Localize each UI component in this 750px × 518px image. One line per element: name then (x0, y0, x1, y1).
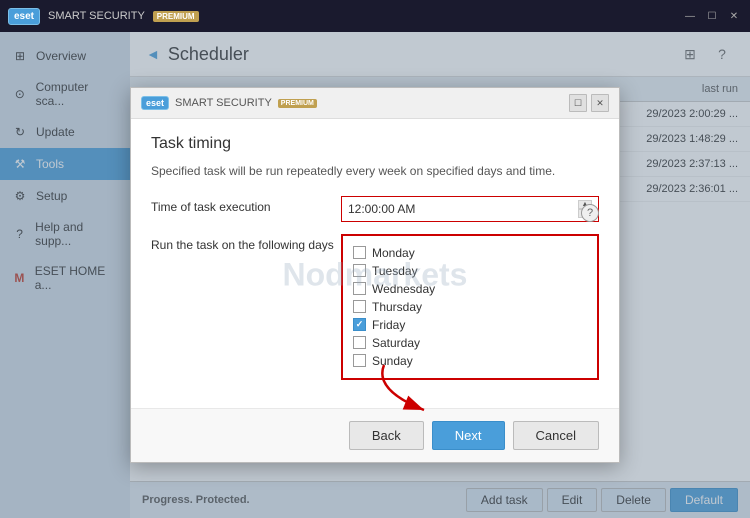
modal-title-bar: eset SMART SECURITY PREMIUM ☐ ✕ (131, 88, 619, 119)
title-bar-left: eset SMART SECURITY PREMIUM (8, 8, 199, 25)
modal-maximize-button[interactable]: ☐ (569, 94, 587, 112)
app-window: eset SMART SECURITY PREMIUM — ☐ ✕ ⊞ Over… (0, 0, 750, 518)
maximize-button[interactable]: ☐ (704, 8, 720, 24)
day-row-friday: Friday (353, 316, 587, 334)
time-label: Time of task execution (151, 196, 341, 214)
time-form-row: Time of task execution ▲ ▼ (151, 196, 599, 222)
day-row-monday: Monday (353, 244, 587, 262)
day-row-sunday: Sunday (353, 352, 587, 370)
sunday-label: Sunday (372, 354, 413, 368)
window-controls: — ☐ ✕ (682, 8, 742, 24)
modal-heading: Task timing (151, 135, 599, 153)
next-button[interactable]: Next (432, 421, 505, 450)
day-row-wednesday: Wednesday (353, 280, 587, 298)
modal-description: Specified task will be run repeatedly ev… (151, 163, 599, 180)
eset-logo: eset (8, 8, 40, 25)
modal-eset-logo: eset (141, 96, 169, 110)
days-form-row: Run the task on the following days Monda… (151, 234, 599, 380)
modal-overlay: Nodmarkets eset SMART SECURITY PREMIUM ☐… (0, 32, 750, 518)
minimize-button[interactable]: — (682, 8, 698, 24)
saturday-checkbox[interactable] (353, 336, 366, 349)
context-help-button[interactable]: ? (581, 204, 599, 222)
days-container: Monday Tuesday Wednesday (341, 234, 599, 380)
task-timing-dialog: eset SMART SECURITY PREMIUM ☐ ✕ Task tim… (130, 87, 620, 463)
monday-checkbox[interactable] (353, 246, 366, 259)
premium-badge: PREMIUM (153, 11, 199, 22)
day-row-saturday: Saturday (353, 334, 587, 352)
day-row-thursday: Thursday (353, 298, 587, 316)
wednesday-checkbox[interactable] (353, 282, 366, 295)
modal-close-button[interactable]: ✕ (591, 94, 609, 112)
title-bar: eset SMART SECURITY PREMIUM — ☐ ✕ (0, 0, 750, 32)
back-button[interactable]: Back (349, 421, 424, 450)
modal-body: Task timing Specified task will be run r… (131, 119, 619, 408)
cancel-button[interactable]: Cancel (513, 421, 599, 450)
time-input-wrapper: ▲ ▼ (341, 196, 599, 222)
thursday-label: Thursday (372, 300, 422, 314)
thursday-checkbox[interactable] (353, 300, 366, 313)
sunday-checkbox[interactable] (353, 354, 366, 367)
day-row-tuesday: Tuesday (353, 262, 587, 280)
tuesday-label: Tuesday (372, 264, 418, 278)
time-control: ▲ ▼ (341, 196, 599, 222)
days-label: Run the task on the following days (151, 234, 341, 252)
days-control: Monday Tuesday Wednesday (341, 234, 599, 380)
monday-label: Monday (372, 246, 415, 260)
saturday-label: Saturday (372, 336, 420, 350)
modal-app-name: SMART SECURITY (175, 97, 272, 109)
tuesday-checkbox[interactable] (353, 264, 366, 277)
modal-footer: Back Next Cancel (131, 408, 619, 462)
modal-window-controls: ☐ ✕ (569, 94, 609, 112)
friday-checkbox[interactable] (353, 318, 366, 331)
wednesday-label: Wednesday (372, 282, 435, 296)
modal-title-left: eset SMART SECURITY PREMIUM (141, 96, 317, 110)
friday-label: Friday (372, 318, 405, 332)
close-button[interactable]: ✕ (726, 8, 742, 24)
time-input[interactable] (348, 202, 574, 216)
modal-premium-badge: PREMIUM (278, 99, 317, 108)
app-name-label: SMART SECURITY (48, 10, 145, 22)
